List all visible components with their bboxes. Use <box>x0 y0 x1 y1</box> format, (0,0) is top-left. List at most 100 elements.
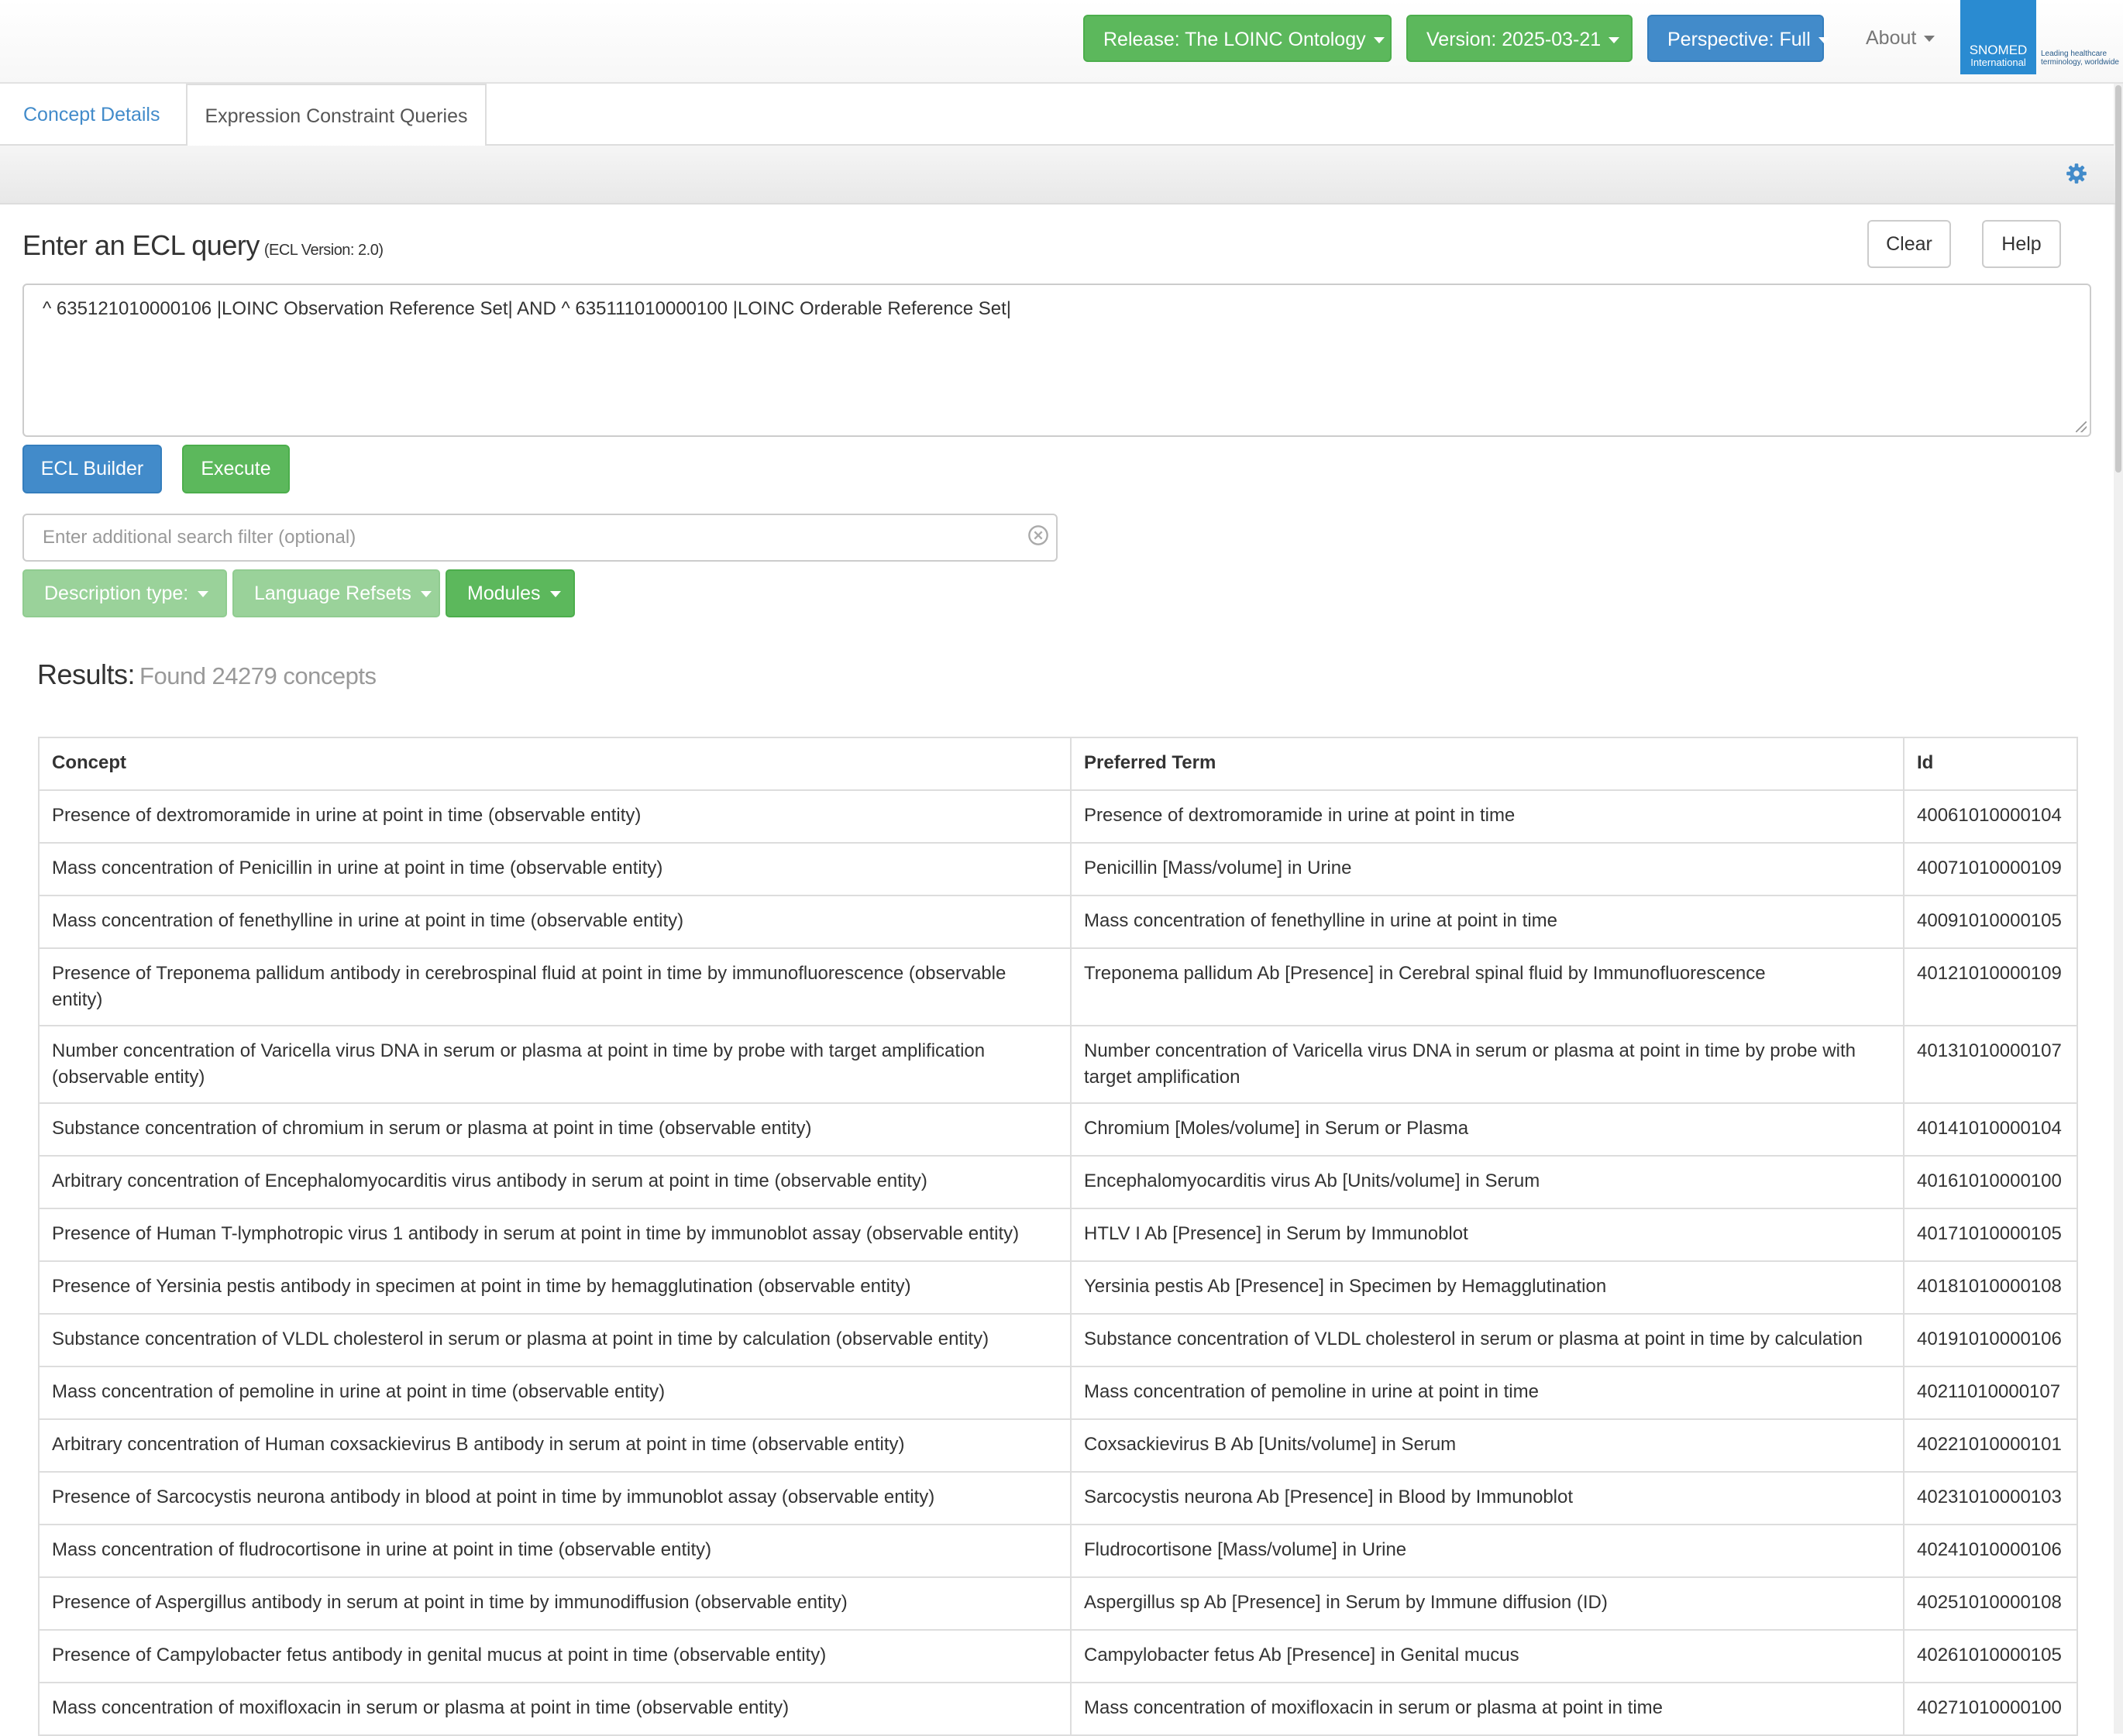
caret-down-icon <box>1924 36 1935 43</box>
table-row[interactable]: Mass concentration of moxifloxacin in se… <box>38 1682 2078 1736</box>
resize-handle[interactable] <box>2076 421 2087 432</box>
gear-icon[interactable] <box>2066 163 2087 184</box>
concept-cell[interactable]: Presence of Sarcocystis neurona antibody… <box>38 1471 1072 1525</box>
column-header-concept[interactable]: Concept <box>38 737 1072 791</box>
about-dropdown[interactable]: About <box>1866 15 1935 62</box>
concept-cell[interactable]: Arbitrary concentration of Human coxsack… <box>38 1418 1072 1473</box>
preferred-term-cell: Fludrocortisone [Mass/volume] in Urine <box>1070 1524 1905 1578</box>
preferred-term-cell: Aspergillus sp Ab [Presence] in Serum by… <box>1070 1576 1905 1631</box>
id-cell: 40161010000100 <box>1903 1155 2078 1209</box>
preferred-term-cell: Campylobacter fetus Ab [Presence] in Gen… <box>1070 1629 1905 1683</box>
column-header-preferred-term[interactable]: Preferred Term <box>1070 737 1905 791</box>
concept-cell[interactable]: Mass concentration of fenethylline in ur… <box>38 895 1072 949</box>
table-row[interactable]: Mass concentration of Penicillin in urin… <box>38 842 2078 896</box>
preferred-term-cell: Mass concentration of pemoline in urine … <box>1070 1366 1905 1420</box>
tab-concept-details[interactable]: Concept Details <box>0 84 183 146</box>
perspective-dropdown[interactable]: Perspective: Full <box>1647 15 1829 62</box>
caret-down-icon <box>1818 37 1829 44</box>
id-cell: 40191010000106 <box>1903 1313 2078 1367</box>
table-row[interactable]: Substance concentration of chromium in s… <box>38 1102 2078 1157</box>
tab-expression-constraint-queries[interactable]: Expression Constraint Queries <box>186 84 487 147</box>
concept-cell[interactable]: Number concentration of Varicella virus … <box>38 1025 1072 1104</box>
clear-button[interactable]: Clear <box>1867 220 1951 268</box>
id-cell: 40091010000105 <box>1903 895 2078 949</box>
id-cell: 40171010000105 <box>1903 1208 2078 1262</box>
concept-cell[interactable]: Presence of Campylobacter fetus antibody… <box>38 1629 1072 1683</box>
table-row[interactable]: Number concentration of Varicella virus … <box>38 1025 2078 1104</box>
results-count: Found 24279 concepts <box>139 662 377 689</box>
id-cell: 40061010000104 <box>1903 789 2078 844</box>
table-row[interactable]: Mass concentration of pemoline in urine … <box>38 1366 2078 1420</box>
table-row[interactable]: Mass concentration of fenethylline in ur… <box>38 895 2078 949</box>
table-row[interactable]: Presence of Sarcocystis neurona antibody… <box>38 1471 2078 1525</box>
description-type-dropdown[interactable]: Description type: <box>22 569 227 617</box>
version-dropdown[interactable]: Version: 2025-03-21 <box>1406 15 1633 62</box>
language-refsets-dropdown[interactable]: Language Refsets <box>232 569 440 617</box>
preferred-term-cell: Encephalomyocarditis virus Ab [Units/vol… <box>1070 1155 1905 1209</box>
id-cell: 40231010000103 <box>1903 1471 2078 1525</box>
concept-cell[interactable]: Mass concentration of Penicillin in urin… <box>38 842 1072 896</box>
snomed-logo[interactable]: SNOMED International <box>1960 0 2036 74</box>
table-row[interactable]: Mass concentration of fludrocortisone in… <box>38 1524 2078 1578</box>
id-cell: 40121010000109 <box>1903 947 2078 1026</box>
caret-down-icon <box>549 591 561 598</box>
concept-cell[interactable]: Presence of Yersinia pestis antibody in … <box>38 1260 1072 1315</box>
concept-cell[interactable]: Arbitrary concentration of Encephalomyoc… <box>38 1155 1072 1209</box>
preferred-term-cell: Yersinia pestis Ab [Presence] in Specime… <box>1070 1260 1905 1315</box>
concept-cell[interactable]: Substance concentration of VLDL choleste… <box>38 1313 1072 1367</box>
id-cell: 40261010000105 <box>1903 1629 2078 1683</box>
id-cell: 40241010000106 <box>1903 1524 2078 1578</box>
results-heading: Results: Found 24279 concepts <box>37 658 377 691</box>
concept-cell[interactable]: Mass concentration of moxifloxacin in se… <box>38 1682 1072 1736</box>
table-header-row: Concept Preferred Term Id <box>38 737 2078 791</box>
concept-cell[interactable]: Presence of dextromoramide in urine at p… <box>38 789 1072 844</box>
table-row[interactable]: Arbitrary concentration of Human coxsack… <box>38 1418 2078 1473</box>
id-cell: 40251010000108 <box>1903 1576 2078 1631</box>
concept-cell[interactable]: Presence of Aspergillus antibody in seru… <box>38 1576 1072 1631</box>
scrollbar-thumb[interactable] <box>2115 85 2121 473</box>
circle-x-icon[interactable] <box>1027 524 1049 546</box>
table-row[interactable]: Presence of dextromoramide in urine at p… <box>38 789 2078 844</box>
ecl-title: Enter an ECL query <box>22 229 260 261</box>
ecl-builder-button[interactable]: ECL Builder <box>22 445 162 493</box>
id-cell: 40221010000101 <box>1903 1418 2078 1473</box>
table-row[interactable]: Presence of Treponema pallidum antibody … <box>38 947 2078 1026</box>
table-row[interactable]: Presence of Human T-lymphotropic virus 1… <box>38 1208 2078 1262</box>
search-filter-input[interactable]: Enter additional search filter (optional… <box>22 514 1058 562</box>
ecl-version: (ECL Version: 2.0) <box>263 242 384 259</box>
preferred-term-cell: HTLV I Ab [Presence] in Serum by Immunob… <box>1070 1208 1905 1262</box>
id-cell: 40181010000108 <box>1903 1260 2078 1315</box>
help-button[interactable]: Help <box>1982 220 2061 268</box>
release-dropdown[interactable]: Release: The LOINC Ontology <box>1083 15 1392 62</box>
preferred-term-cell: Mass concentration of moxifloxacin in se… <box>1070 1682 1905 1736</box>
concept-cell[interactable]: Mass concentration of pemoline in urine … <box>38 1366 1072 1420</box>
concept-cell[interactable]: Presence of Treponema pallidum antibody … <box>38 947 1072 1026</box>
execute-button[interactable]: Execute <box>182 445 290 493</box>
preferred-term-cell: Substance concentration of VLDL choleste… <box>1070 1313 1905 1367</box>
concept-cell[interactable]: Presence of Human T-lymphotropic virus 1… <box>38 1208 1072 1262</box>
concept-cell[interactable]: Substance concentration of chromium in s… <box>38 1102 1072 1157</box>
id-cell: 40211010000107 <box>1903 1366 2078 1420</box>
caret-down-icon <box>1373 37 1385 44</box>
preferred-term-cell: Chromium [Moles/volume] in Serum or Plas… <box>1070 1102 1905 1157</box>
modules-dropdown[interactable]: Modules <box>446 569 575 617</box>
table-row[interactable]: Substance concentration of VLDL choleste… <box>38 1313 2078 1367</box>
perspective-label: Perspective: Full <box>1667 29 1811 50</box>
ecl-query-textarea[interactable]: ^ 635121010000106 |LOINC Observation Ref… <box>22 284 2091 437</box>
table-row[interactable]: Presence of Aspergillus antibody in seru… <box>38 1576 2078 1631</box>
column-header-id[interactable]: Id <box>1903 737 2078 791</box>
table-row[interactable]: Arbitrary concentration of Encephalomyoc… <box>38 1155 2078 1209</box>
ecl-query-text: ^ 635121010000106 |LOINC Observation Ref… <box>43 298 1012 319</box>
table-row[interactable]: Presence of Campylobacter fetus antibody… <box>38 1629 2078 1683</box>
version-label: Version: 2025-03-21 <box>1426 29 1602 50</box>
id-cell: 40141010000104 <box>1903 1102 2078 1157</box>
table-row[interactable]: Presence of Yersinia pestis antibody in … <box>38 1260 2078 1315</box>
caret-down-icon <box>198 591 209 598</box>
preferred-term-cell: Penicillin [Mass/volume] in Urine <box>1070 842 1905 896</box>
concept-cell[interactable]: Mass concentration of fludrocortisone in… <box>38 1524 1072 1578</box>
results-table: Concept Preferred Term Id Presence of de… <box>38 737 2078 1736</box>
id-cell: 40131010000107 <box>1903 1025 2078 1104</box>
caret-down-icon <box>1609 37 1620 44</box>
caret-down-icon <box>420 591 432 598</box>
results-title: Results: <box>37 658 136 690</box>
